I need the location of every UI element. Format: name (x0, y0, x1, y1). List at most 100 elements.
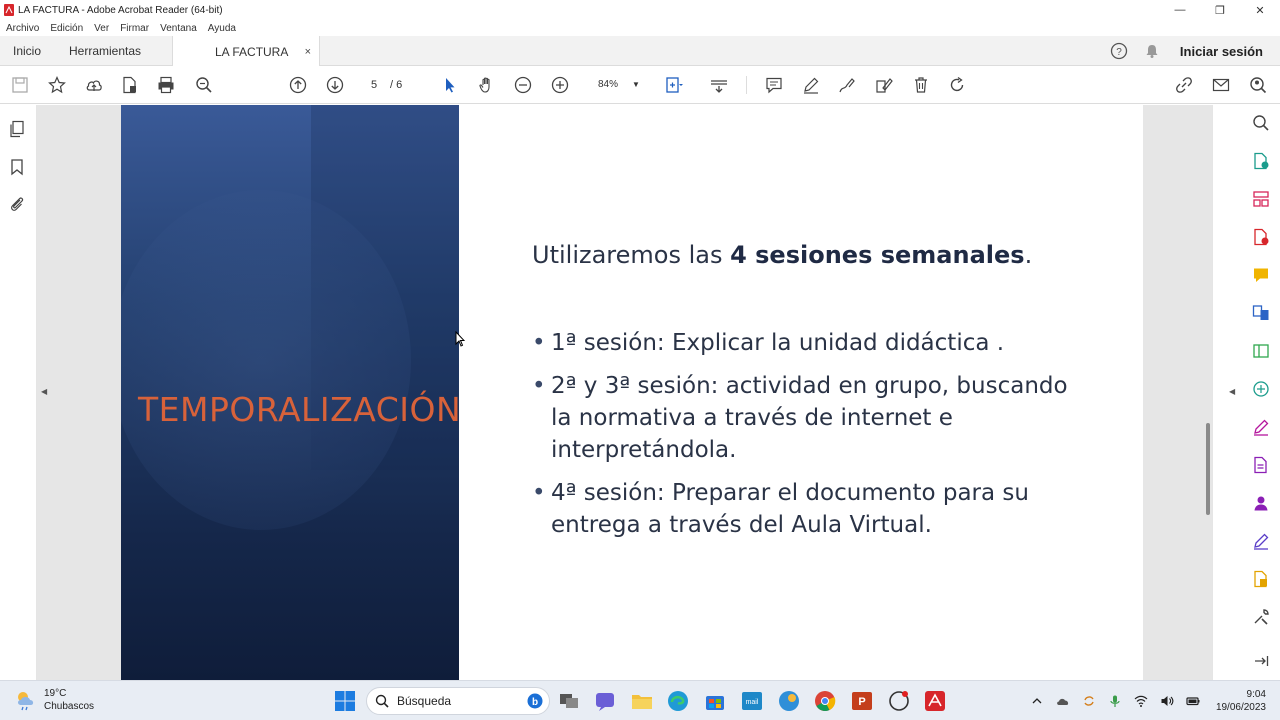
onedrive-cloud-icon[interactable] (1056, 694, 1070, 708)
vertical-scrollbar[interactable] (1204, 105, 1212, 680)
prepare-form-icon[interactable] (1251, 455, 1271, 475)
scan-ocr-icon[interactable] (1251, 379, 1271, 399)
taskbar-search[interactable]: Búsqueda b (366, 687, 550, 715)
windows-taskbar: 19°C Chubascos Búsqueda b mail P 9:04 19… (0, 680, 1280, 720)
signin-button[interactable]: Iniciar sesión (1180, 44, 1263, 59)
slide-left-panel: TEMPORALIZACIÓN (121, 105, 459, 680)
export-pdf-icon[interactable] (1251, 151, 1271, 171)
pdf-page: TEMPORALIZACIÓN Utilizaremos las 4 sesio… (121, 105, 1143, 680)
request-signature-icon[interactable] (1251, 493, 1271, 513)
menu-ayuda[interactable]: Ayuda (208, 23, 236, 34)
share-link-icon[interactable] (1173, 74, 1195, 96)
document-viewer[interactable]: ◀ TEMPORALIZACIÓN Utilizaremos las 4 ses… (37, 105, 1212, 680)
mail-app-icon[interactable]: mail (740, 689, 764, 713)
tab-row: Inicio Herramientas LA FACTURA × ? Inici… (0, 36, 1280, 67)
microsoft-store-icon[interactable] (703, 689, 727, 713)
title-bar: LA FACTURA - Adobe Acrobat Reader (64-bi… (0, 0, 1280, 20)
edge-browser-icon[interactable] (666, 689, 690, 713)
scroll-mode-icon[interactable] (708, 74, 730, 96)
tab-home[interactable]: Inicio (13, 36, 41, 66)
comment-icon[interactable] (763, 74, 785, 96)
zoom-level-input[interactable]: 84% (588, 76, 628, 94)
collapse-pane-icon[interactable] (1251, 651, 1271, 671)
current-page-input[interactable]: 5 (360, 76, 388, 94)
notification-bell-icon[interactable] (1144, 43, 1160, 59)
menu-bar: Archivo Edición Ver Firmar Ventana Ayuda (0, 20, 1280, 36)
mouse-cursor-icon (455, 331, 465, 347)
windows-start-icon[interactable] (334, 690, 356, 712)
weather-app-icon[interactable] (777, 689, 801, 713)
taskbar-clock[interactable]: 9:04 19/06/2023 (1216, 688, 1266, 714)
organize-pages-icon[interactable] (1251, 189, 1271, 209)
minimize-button[interactable]: — (1160, 0, 1200, 20)
powerpoint-icon[interactable]: P (850, 689, 874, 713)
zoom-in-icon[interactable] (549, 74, 571, 96)
zoom-out-icon[interactable] (512, 74, 534, 96)
svg-text:?: ? (1116, 47, 1122, 58)
fill-sign-icon[interactable] (873, 74, 895, 96)
file-lock-icon[interactable] (119, 74, 141, 96)
delete-trash-icon[interactable] (910, 74, 932, 96)
battery-icon[interactable] (1186, 694, 1200, 708)
close-window-button[interactable]: ✕ (1240, 0, 1280, 20)
file-explorer-icon[interactable] (630, 689, 654, 713)
create-pdf-icon[interactable] (1251, 227, 1271, 247)
search-icon (375, 694, 389, 708)
microphone-icon[interactable] (1108, 694, 1122, 708)
collapse-right-pane-icon[interactable]: ◀ (1229, 387, 1235, 396)
highlight-pen-icon[interactable] (800, 74, 822, 96)
select-cursor-icon[interactable] (439, 74, 461, 96)
search-placeholder: Búsqueda (397, 694, 452, 708)
bookmark-icon[interactable] (8, 158, 28, 178)
task-view-icon[interactable] (557, 689, 581, 713)
weather-widget[interactable]: 19°C Chubascos (14, 687, 94, 713)
print-icon[interactable] (155, 74, 177, 96)
tab-document[interactable]: LA FACTURA × (172, 36, 320, 67)
draw-freehand-icon[interactable] (836, 74, 858, 96)
menu-ver[interactable]: Ver (94, 23, 109, 34)
page-fit-icon[interactable] (663, 74, 685, 96)
sync-icon[interactable] (1082, 694, 1096, 708)
search-user-icon[interactable] (1247, 74, 1269, 96)
zoom-dropdown-chevron-icon[interactable]: ▼ (632, 76, 640, 94)
tab-close-icon[interactable]: × (305, 46, 311, 58)
acrobat-reader-taskbar-icon[interactable] (923, 689, 947, 713)
menu-edicion[interactable]: Edición (50, 23, 83, 34)
save-icon[interactable] (9, 74, 31, 96)
protect-icon[interactable] (1251, 569, 1271, 589)
chrome-browser-icon[interactable] (813, 689, 837, 713)
more-tools-icon[interactable] (1251, 607, 1271, 627)
email-icon[interactable] (1210, 74, 1232, 96)
rotate-icon[interactable] (946, 74, 968, 96)
menu-firmar[interactable]: Firmar (120, 23, 149, 34)
find-icon[interactable] (1251, 113, 1271, 133)
help-icon[interactable]: ? (1110, 42, 1128, 60)
combine-files-icon[interactable] (1251, 303, 1271, 323)
tab-tools[interactable]: Herramientas (69, 36, 141, 66)
hand-tool-icon[interactable] (476, 74, 498, 96)
scrollbar-thumb[interactable] (1206, 423, 1210, 515)
chevron-up-icon[interactable] (1030, 694, 1044, 708)
menu-ventana[interactable]: Ventana (160, 23, 197, 34)
collapse-left-pane-icon[interactable]: ◀ (41, 387, 47, 396)
page-thumbnails-icon[interactable] (8, 120, 28, 140)
wifi-icon[interactable] (1134, 694, 1148, 708)
cloud-upload-icon[interactable] (83, 74, 105, 96)
star-icon[interactable] (46, 74, 68, 96)
recorder-app-icon[interactable] (887, 689, 911, 713)
certificates-icon[interactable] (1251, 531, 1271, 551)
next-page-icon[interactable] (324, 74, 346, 96)
edit-pdf-icon[interactable] (1251, 341, 1271, 361)
restore-button[interactable]: ❐ (1200, 0, 1240, 20)
attachment-paperclip-icon[interactable] (8, 195, 28, 215)
tab-right-controls: ? Iniciar sesión (1110, 36, 1280, 66)
comment-tool-icon[interactable] (1251, 265, 1271, 285)
intro-text-bold: 4 sesiones semanales (730, 241, 1025, 269)
volume-icon[interactable] (1160, 694, 1174, 708)
zoom-search-icon[interactable] (193, 74, 215, 96)
bing-icon[interactable]: b (527, 693, 543, 709)
previous-page-icon[interactable] (287, 74, 309, 96)
fill-sign-tool-icon[interactable] (1251, 417, 1271, 437)
teams-chat-icon[interactable] (593, 689, 617, 713)
menu-archivo[interactable]: Archivo (6, 23, 39, 34)
